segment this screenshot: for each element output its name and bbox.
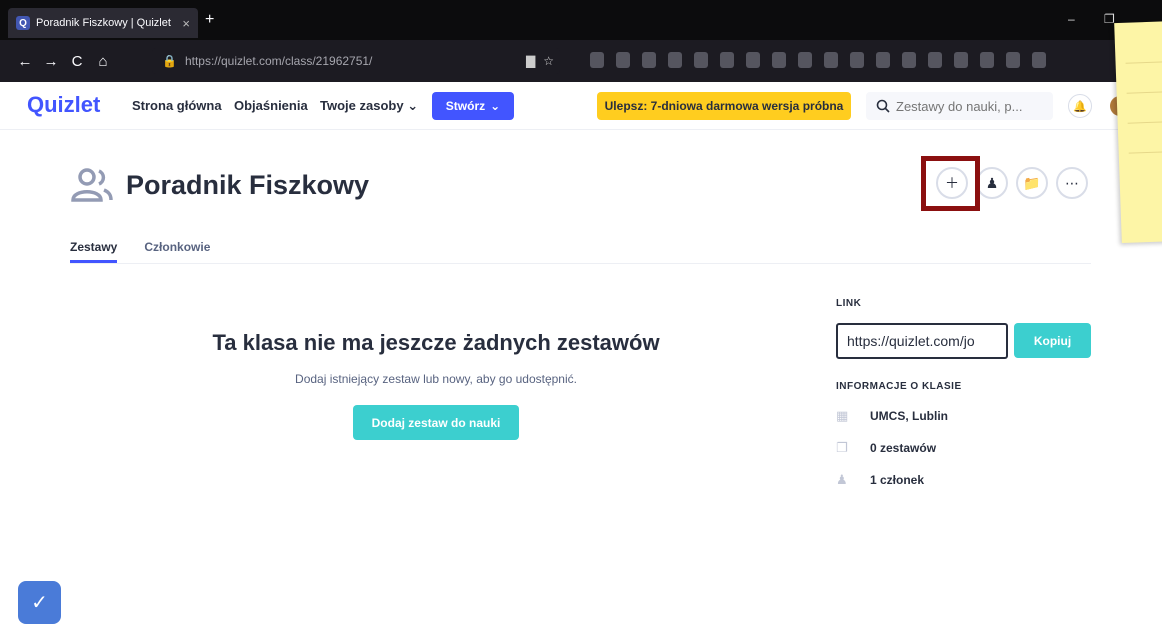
class-sidebar: LINK https://quizlet.com/jo Kopiuj INFOR… bbox=[836, 298, 1091, 488]
page-title: Poradnik Fiszkowy bbox=[126, 169, 370, 200]
extension-icon[interactable] bbox=[590, 52, 604, 68]
site-header: Quizlet Strona główna Objaśnienia Twoje … bbox=[0, 82, 1130, 130]
create-label: Stwórz bbox=[445, 99, 486, 113]
building-icon: ▦ bbox=[836, 408, 849, 423]
browser-toolbar: ← → C ⌂ 🔒 https://quizlet.com/class/2196… bbox=[0, 40, 1162, 82]
class-link-field[interactable]: https://quizlet.com/jo bbox=[836, 323, 1008, 359]
home-button[interactable]: ⌂ bbox=[90, 53, 116, 70]
extension-icon[interactable] bbox=[954, 52, 968, 68]
members-count: 1 członek bbox=[870, 473, 925, 487]
class-tabs: Zestawy Członkowie bbox=[70, 240, 1091, 264]
copy-button[interactable]: Kopiuj bbox=[1014, 323, 1091, 358]
extension-icon[interactable] bbox=[798, 52, 812, 68]
extension-icon[interactable] bbox=[746, 52, 760, 68]
chevron-down-icon: ⌄ bbox=[490, 99, 501, 113]
extension-icon[interactable] bbox=[980, 52, 994, 68]
sticky-line bbox=[1125, 60, 1162, 64]
extension-icon[interactable] bbox=[902, 52, 916, 68]
member-icon: ♟ bbox=[836, 472, 848, 487]
extension-icon[interactable] bbox=[824, 52, 838, 68]
add-user-icon: ♟ bbox=[985, 174, 999, 191]
search-icon bbox=[876, 99, 890, 113]
tab-members[interactable]: Członkowie bbox=[144, 240, 210, 263]
shield-check-icon[interactable]: ✓ bbox=[18, 581, 61, 624]
nav-your-resources[interactable]: Twoje zasoby ⌄ bbox=[320, 98, 418, 114]
info-members: ♟ 1 członek bbox=[836, 472, 1091, 488]
extension-icon[interactable] bbox=[694, 52, 708, 68]
quizlet-favicon-icon: Q bbox=[16, 16, 30, 30]
add-folder-button[interactable]: 📁 bbox=[1016, 167, 1048, 199]
info-sets: ❐ 0 zestawów bbox=[836, 440, 1091, 456]
annotation-highlight-box bbox=[921, 156, 980, 211]
forward-button[interactable]: → bbox=[38, 53, 64, 70]
extension-icon[interactable] bbox=[668, 52, 682, 68]
sticky-line bbox=[1127, 120, 1162, 124]
sets-count: 0 zestawów bbox=[870, 441, 937, 455]
tab-title: Poradnik Fiszkowy | Quizlet bbox=[36, 17, 171, 29]
extension-icon[interactable] bbox=[850, 52, 864, 68]
new-tab-button[interactable]: + bbox=[205, 11, 214, 29]
folder-icon: 📁 bbox=[1023, 174, 1041, 191]
extension-icon[interactable] bbox=[720, 52, 734, 68]
sticky-line bbox=[1126, 90, 1162, 94]
search-input[interactable] bbox=[896, 98, 1046, 114]
empty-state-subtitle: Dodaj istniejący zestaw lub nowy, aby go… bbox=[295, 372, 577, 386]
flag-icon: ▇ bbox=[526, 54, 536, 68]
url-text: https://quizlet.com/class/21962751/ bbox=[184, 54, 373, 68]
add-study-set-button[interactable]: Dodaj zestaw do nauki bbox=[353, 405, 519, 440]
info-school: ▦ UMCS, Lublin bbox=[836, 408, 1091, 424]
chevron-down-icon: ⌄ bbox=[407, 98, 419, 113]
link-row: https://quizlet.com/jo Kopiuj bbox=[836, 323, 1091, 359]
browser-tab[interactable]: Q Poradnik Fiszkowy | Quizlet × bbox=[8, 8, 198, 38]
nav-home[interactable]: Strona główna bbox=[132, 98, 222, 113]
extension-icon[interactable] bbox=[1032, 52, 1046, 68]
extension-icons bbox=[590, 52, 1046, 68]
extension-icon[interactable] bbox=[1006, 52, 1020, 68]
extension-icon[interactable] bbox=[642, 52, 656, 68]
search-box[interactable] bbox=[866, 92, 1053, 120]
nav-your-resources-label: Twoje zasoby bbox=[320, 98, 404, 113]
extension-icon[interactable] bbox=[876, 52, 890, 68]
extension-icon[interactable] bbox=[928, 52, 942, 68]
quizlet-logo[interactable]: Quizlet bbox=[27, 92, 100, 118]
minimize-button[interactable]: – bbox=[1068, 12, 1075, 26]
create-button[interactable]: Stwórz ⌄ bbox=[432, 92, 514, 120]
link-label: LINK bbox=[836, 298, 862, 309]
more-options-button[interactable]: ⋯ bbox=[1056, 167, 1088, 199]
class-header: Poradnik Fiszkowy bbox=[70, 168, 369, 202]
sticky-note-overlay bbox=[1114, 21, 1162, 243]
browser-tab-bar: Q Poradnik Fiszkowy | Quizlet × + – ❐ bbox=[0, 0, 1162, 40]
empty-state-title: Ta klasa nie ma jeszcze żadnych zestawów bbox=[212, 330, 660, 355]
tab-sets[interactable]: Zestawy bbox=[70, 240, 118, 263]
notifications-bell-icon[interactable]: 🔔 bbox=[1068, 94, 1092, 118]
nav-explanations[interactable]: Objaśnienia bbox=[234, 98, 308, 113]
back-button[interactable]: ← bbox=[12, 53, 38, 70]
extension-icon[interactable] bbox=[772, 52, 786, 68]
add-member-button[interactable]: ♟ bbox=[976, 167, 1008, 199]
ellipsis-icon: ⋯ bbox=[1065, 174, 1079, 191]
reload-button[interactable]: C bbox=[64, 53, 90, 70]
upgrade-button[interactable]: Ulepsz: 7-dniowa darmowa wersja próbna bbox=[597, 92, 851, 120]
bookmark-star-icon[interactable]: ☆ bbox=[543, 54, 554, 68]
lock-icon: 🔒 bbox=[162, 54, 177, 68]
class-info-label: INFORMACJE O KLASIE bbox=[836, 381, 962, 392]
sticky-line bbox=[1128, 150, 1162, 154]
school-name: UMCS, Lublin bbox=[870, 409, 948, 423]
url-bar[interactable]: 🔒 https://quizlet.com/class/21962751/ ▇ … bbox=[152, 48, 560, 74]
extension-icon[interactable] bbox=[616, 52, 630, 68]
users-icon bbox=[71, 168, 113, 202]
sets-icon: ❐ bbox=[836, 440, 848, 455]
close-tab-icon[interactable]: × bbox=[182, 16, 190, 31]
restore-button[interactable]: ❐ bbox=[1104, 12, 1115, 26]
